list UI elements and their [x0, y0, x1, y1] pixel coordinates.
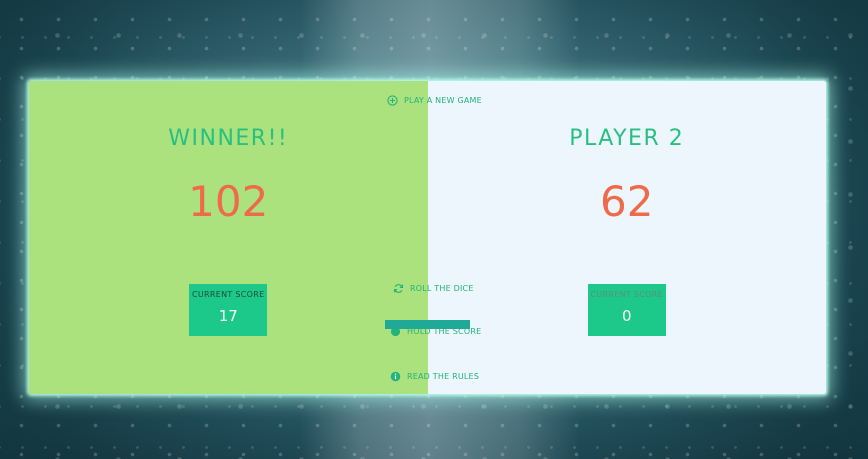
player-2-score: 62: [600, 177, 654, 226]
player-2-current-score: 0: [621, 307, 632, 325]
player-1-panel: WINNER!! 102 CURRENT SCORE 17: [29, 81, 428, 394]
player-2-name: PLAYER 2: [569, 126, 685, 151]
plus-circle-icon: [387, 95, 398, 106]
roll-dice-label: ROLL THE DICE: [410, 284, 474, 293]
player-1-name: WINNER!!: [168, 126, 289, 151]
new-game-button[interactable]: PLAY A NEW GAME: [387, 95, 482, 106]
refresh-icon: [393, 283, 404, 294]
player-1-score: 102: [188, 177, 269, 226]
new-game-label: PLAY A NEW GAME: [404, 96, 482, 105]
read-rules-button[interactable]: READ THE RULES: [390, 371, 479, 382]
player-1-current-label: CURRENT SCORE: [191, 290, 265, 299]
game-board: WINNER!! 102 CURRENT SCORE 17 PLAYER 2 6…: [29, 81, 826, 394]
hold-overlay-bar: [385, 320, 470, 329]
player-1-current-box: CURRENT SCORE 17: [189, 284, 268, 336]
roll-dice-button[interactable]: ROLL THE DICE: [393, 283, 474, 294]
player-2-current-label: CURRENT SCORE: [590, 290, 663, 299]
info-icon: [390, 371, 401, 382]
player-2-panel: PLAYER 2 62 CURRENT SCORE 0: [427, 81, 826, 394]
read-rules-label: READ THE RULES: [407, 372, 480, 381]
player-1-current-score: 17: [218, 307, 238, 325]
player-2-current-box: CURRENT SCORE 0: [587, 284, 666, 336]
